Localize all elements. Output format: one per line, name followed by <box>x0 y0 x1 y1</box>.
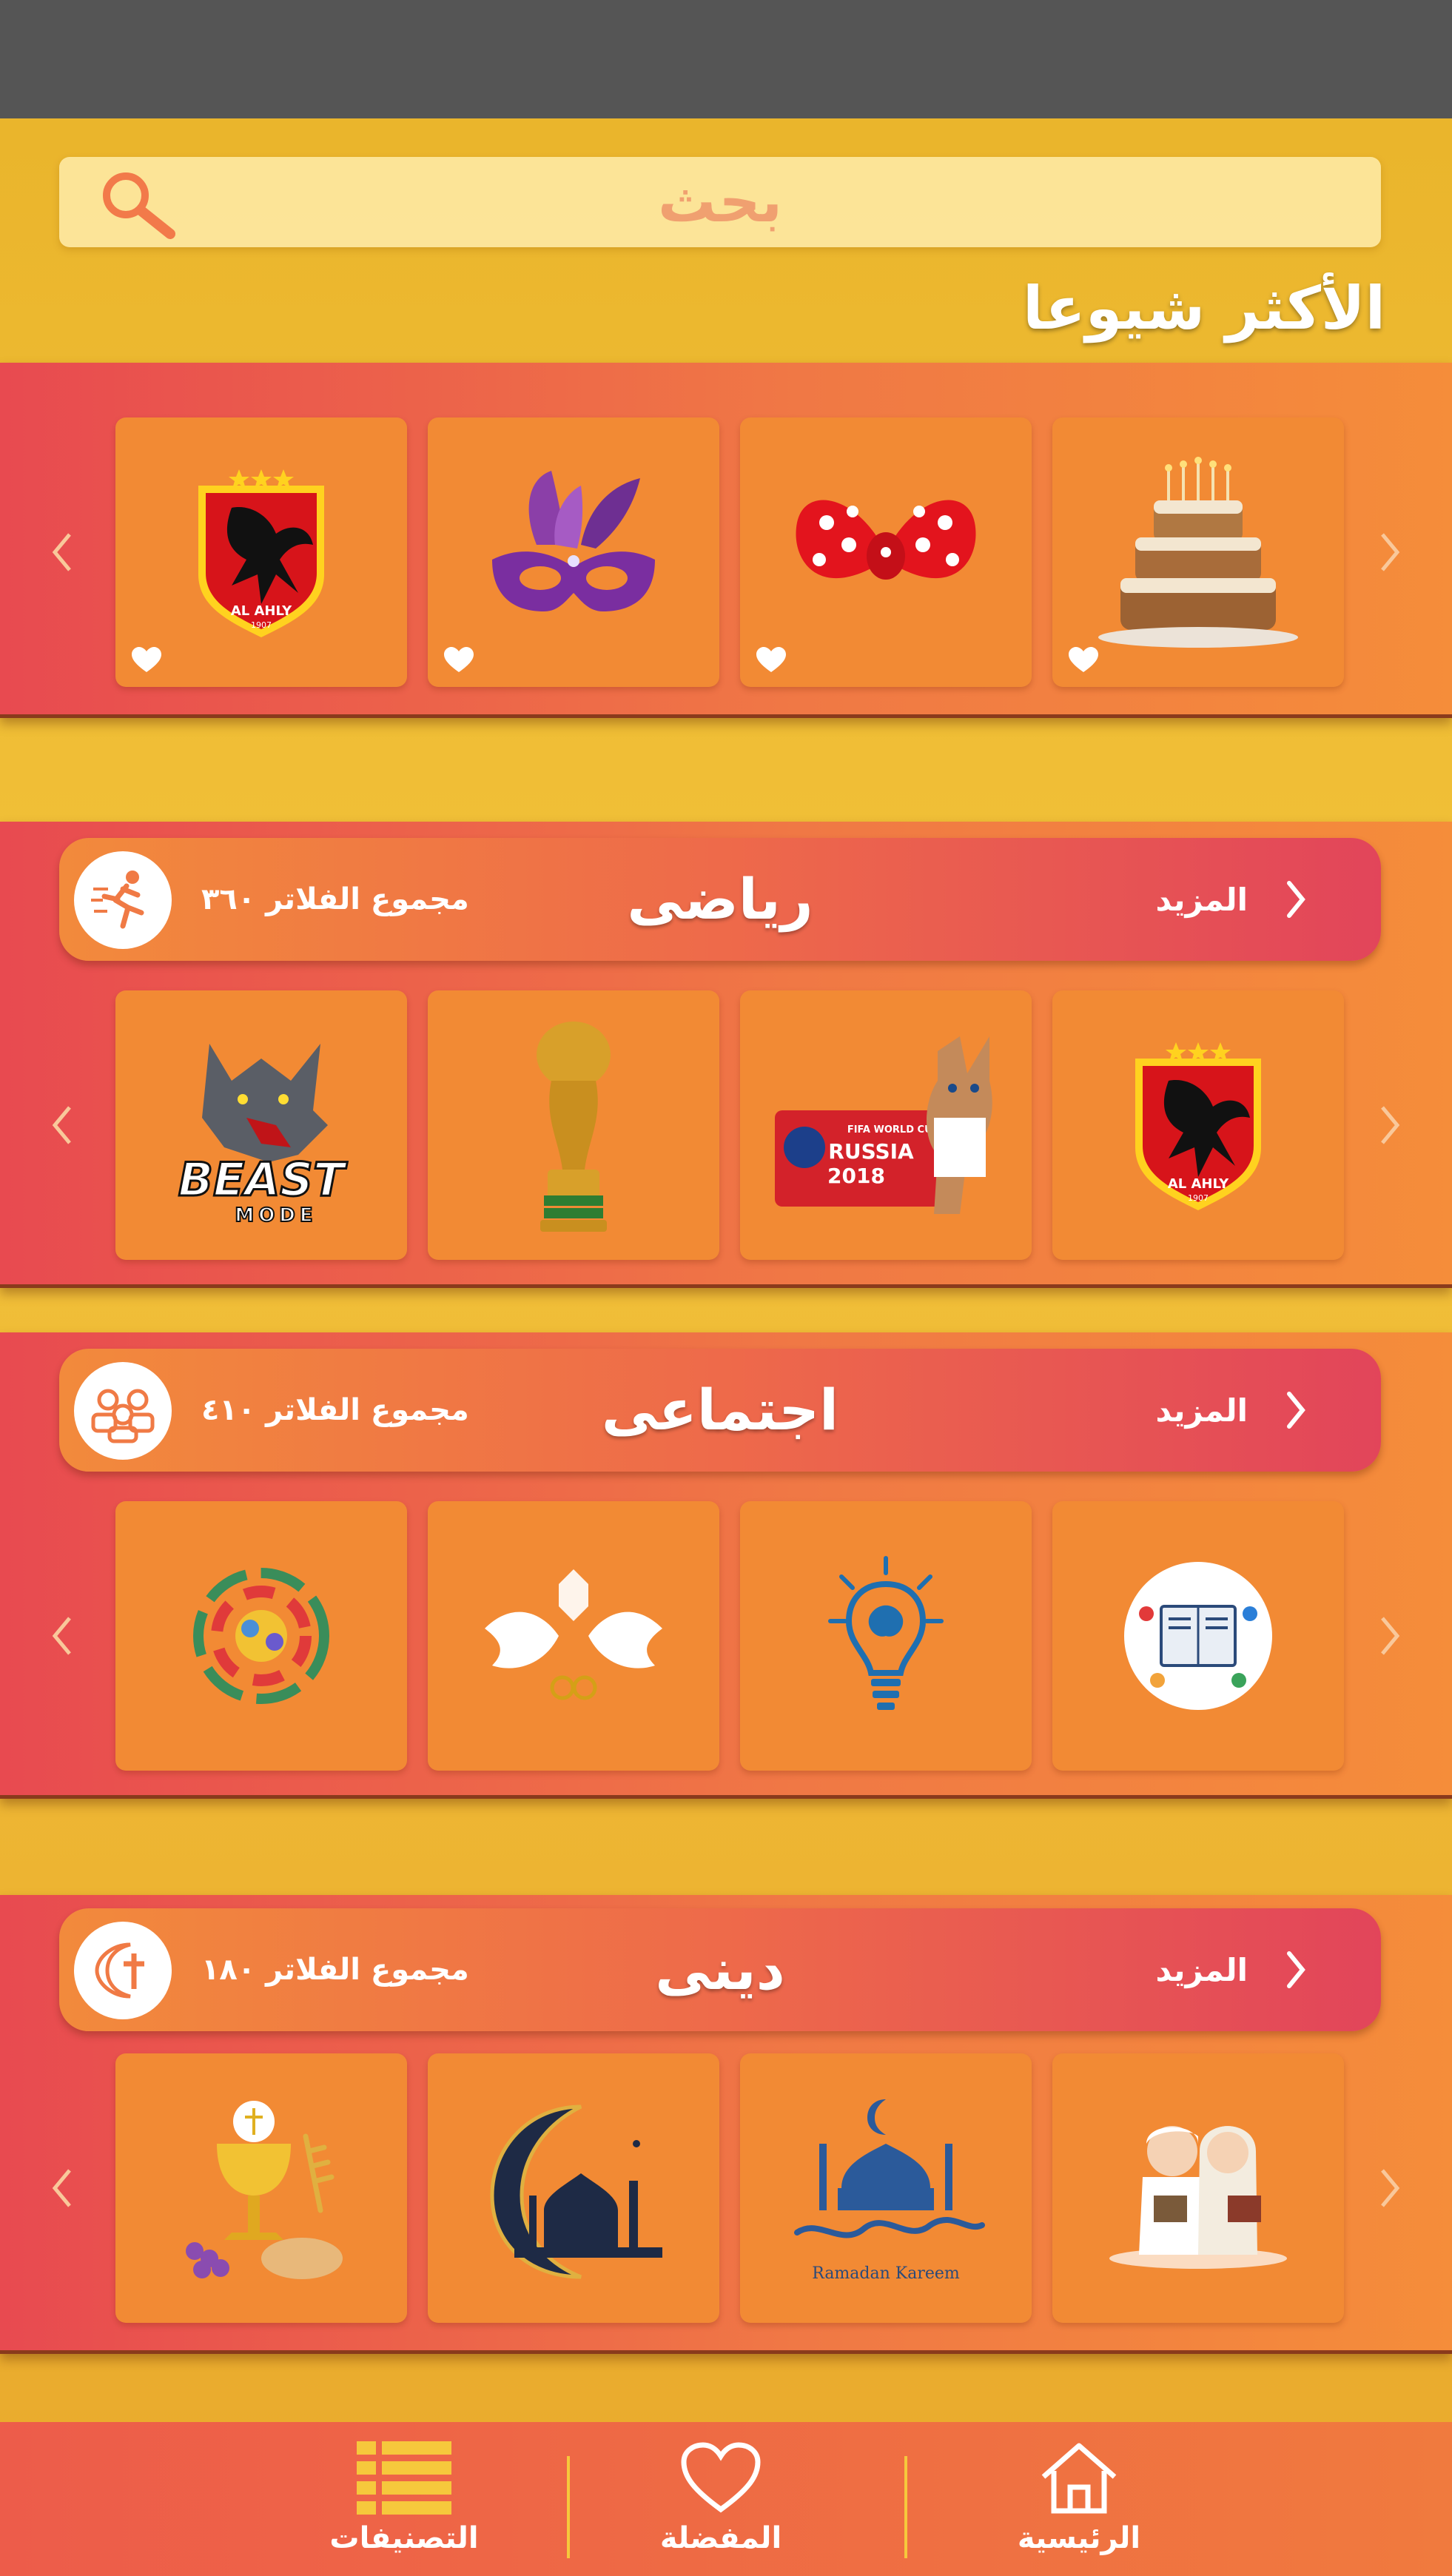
community-circle-image <box>193 1568 329 1704</box>
runner-icon <box>74 851 172 949</box>
category-header-social: مجموع الفلاتر ٤١٠ اجتماعى المزيد <box>59 1349 1381 1472</box>
al-ahly-badge-image <box>187 463 335 641</box>
filter-card-beast-mode[interactable]: BEAST MODE <box>115 990 407 1260</box>
trophy-image <box>537 1022 611 1232</box>
more-label: المزيد <box>1155 1392 1248 1429</box>
list-icon <box>357 2441 451 2515</box>
search-bar[interactable] <box>59 157 1381 247</box>
russia-text: RUSSIA <box>828 1139 914 1164</box>
scroll-left-icon[interactable] <box>47 530 77 574</box>
filter-card-world-cup-trophy[interactable] <box>428 990 719 1260</box>
category-header-sports: مجموع الفلاتر ٣٦٠ رياضى المزيد <box>59 838 1381 961</box>
popular-band <box>0 363 1452 718</box>
filter-card-wedding-doves[interactable] <box>428 1501 719 1771</box>
scroll-right-icon[interactable] <box>1375 530 1405 574</box>
more-link[interactable]: المزيد <box>1156 1349 1307 1472</box>
wedding-doves-image <box>485 1569 662 1700</box>
crescent-cross-icon <box>74 1922 172 2019</box>
chevron-right-icon <box>1287 881 1305 918</box>
beast-text: BEAST <box>178 1153 348 1207</box>
scroll-right-icon[interactable] <box>1375 1614 1405 1658</box>
filter-card-community-circle[interactable] <box>115 1501 407 1771</box>
category-band-social: مجموع الفلاتر ٤١٠ اجتماعى المزيد <box>0 1332 1452 1799</box>
scroll-left-icon[interactable] <box>47 2166 77 2210</box>
home-icon <box>1041 2443 1117 2514</box>
filter-count: مجموع الفلاتر ٣٦٠ <box>201 882 469 916</box>
scroll-right-icon[interactable] <box>1375 2166 1405 2210</box>
ramadan-kareem-image: Ramadan Kareem <box>794 2099 985 2283</box>
nav-categories[interactable]: التصنيفات <box>293 2422 515 2576</box>
more-label: المزيد <box>1155 881 1248 918</box>
nav-home-label: الرئيسية <box>1017 2521 1141 2555</box>
status-bar <box>0 0 1452 118</box>
more-label: المزيد <box>1155 1951 1248 1988</box>
kids-reading-image <box>1109 2126 1287 2269</box>
filter-card-birthday-cake[interactable] <box>1052 417 1344 687</box>
beast-mode-image: BEAST MODE <box>177 1044 349 1227</box>
heart-icon <box>681 2442 761 2513</box>
filter-card-kids-reading[interactable] <box>1052 2053 1344 2323</box>
mode-text: MODE <box>235 1204 317 1227</box>
filter-card-al-ahly[interactable] <box>115 417 407 687</box>
filter-card-idea-bulb[interactable] <box>740 1501 1032 1771</box>
filter-card-education-circle[interactable] <box>1052 1501 1344 1771</box>
chevron-right-icon <box>1287 1951 1305 1988</box>
category-band-religious: مجموع الفلاتر ١٨٠ دينى المزيد Ramadan Ka… <box>0 1895 1452 2354</box>
category-band-sports: مجموع الفلاتر ٣٦٠ رياضى المزيد BEAST MOD… <box>0 822 1452 1288</box>
category-header-religious: مجموع الفلاتر ١٨٠ دينى المزيد <box>59 1908 1381 2031</box>
carnival-mask-image <box>492 471 655 611</box>
search-icon[interactable] <box>98 169 179 243</box>
education-circle-image <box>1124 1562 1272 1710</box>
popular-section-title: الأكثر شيوعا <box>1023 274 1385 343</box>
scroll-left-icon[interactable] <box>47 1103 77 1147</box>
scroll-left-icon[interactable] <box>47 1614 77 1658</box>
more-link[interactable]: المزيد <box>1156 1908 1307 2031</box>
polka-bow-image <box>796 500 976 580</box>
filter-card-polka-bow[interactable] <box>740 417 1032 687</box>
nav-home[interactable]: الرئيسية <box>968 2422 1190 2576</box>
nav-favorites-label: المفضلة <box>659 2521 782 2555</box>
chevron-right-icon <box>1287 1392 1305 1429</box>
world-cup-text: FIFA WORLD CUP <box>847 1124 939 1136</box>
filter-card-ramadan-kareem[interactable]: Ramadan Kareem <box>740 2053 1032 2323</box>
scroll-right-icon[interactable] <box>1375 1103 1405 1147</box>
favorite-heart-icon[interactable] <box>444 647 474 674</box>
al-ahly-badge-image <box>1124 1036 1272 1214</box>
favorite-heart-icon[interactable] <box>1069 647 1098 674</box>
filter-count: مجموع الفلاتر ١٨٠ <box>201 1953 469 1987</box>
crescent-mosque-image <box>490 2104 662 2279</box>
search-input[interactable] <box>59 157 1381 247</box>
filter-card-world-cup-2018[interactable]: FIFA WORLD CUP RUSSIA 2018 <box>740 990 1032 1260</box>
favorite-heart-icon[interactable] <box>756 647 786 674</box>
favorite-heart-icon[interactable] <box>132 647 161 674</box>
more-link[interactable]: المزيد <box>1156 838 1307 961</box>
nav-divider <box>567 2456 570 2558</box>
nav-divider <box>904 2456 907 2558</box>
filter-card-chalice[interactable] <box>115 2053 407 2323</box>
people-icon <box>74 1362 172 1460</box>
chalice-image <box>186 2101 343 2279</box>
filter-card-crescent-mosque[interactable] <box>428 2053 719 2323</box>
bottom-navigation: التصنيفات المفضلة الرئيسية <box>0 2422 1452 2576</box>
nav-categories-label: التصنيفات <box>329 2521 479 2555</box>
world-cup-2018-image: FIFA WORLD CUP RUSSIA 2018 <box>775 1036 992 1214</box>
year-text: 2018 <box>827 1164 885 1188</box>
idea-bulb-image <box>828 1556 944 1710</box>
filter-count: مجموع الفلاتر ٤١٠ <box>201 1393 469 1427</box>
filter-card-carnival-mask[interactable] <box>428 417 719 687</box>
nav-favorites[interactable]: المفضلة <box>610 2422 832 2576</box>
birthday-cake-image <box>1098 457 1298 648</box>
ramadan-kareem-text: Ramadan Kareem <box>812 2264 960 2283</box>
filter-card-al-ahly-2[interactable] <box>1052 990 1344 1260</box>
